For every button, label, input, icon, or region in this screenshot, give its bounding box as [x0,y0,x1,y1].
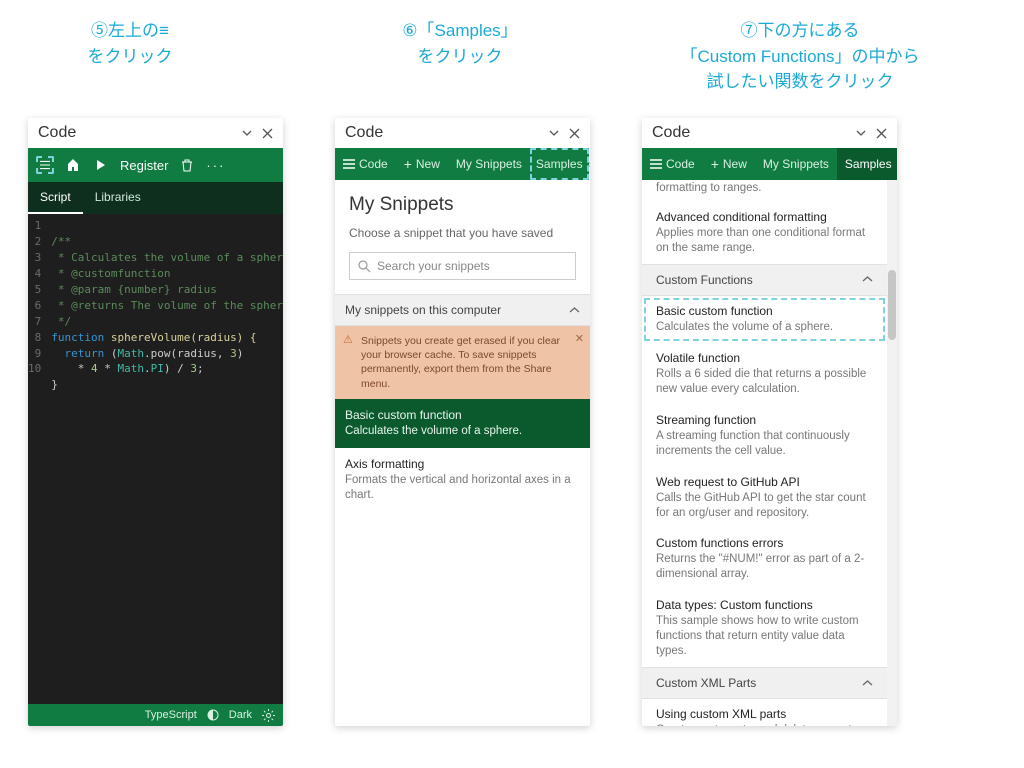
snippets-body: My Snippets Choose a snippet that you ha… [335,180,590,726]
sample-data-types[interactable]: Data types: Custom functions This sample… [642,590,887,667]
nav-samples[interactable]: Samples [837,148,897,180]
tab-libraries[interactable]: Libraries [83,182,153,214]
home-icon[interactable] [64,156,82,174]
chevron-up-icon [569,305,580,316]
status-lang[interactable]: TypeScript [145,709,197,721]
caption-6: ⑥「Samples」をクリック [360,18,560,69]
register-button[interactable]: Register [120,158,168,173]
chevron-down-icon[interactable] [851,123,871,143]
snippet-item-axis[interactable]: Axis formatting Formats the vertical and… [335,448,590,512]
theme-icon[interactable] [207,709,219,721]
code-editor[interactable]: 12345678910 /** * Calculates the volume … [28,214,283,704]
titlebar: Code [642,118,897,148]
sample-advanced-conditional[interactable]: Advanced conditional formatting Applies … [642,202,887,264]
page-subtitle: Choose a snippet that you have saved [349,226,576,240]
nav-tabs: Code +New My Snippets Samples › [335,148,590,180]
nav-new[interactable]: +New [703,148,755,180]
gear-icon[interactable] [262,709,275,722]
list-fragment-top: formatting to ranges. [642,180,887,202]
caption-5: ⑤左上の≡をクリック [50,18,210,69]
editor-tabs: Script Libraries [28,182,283,214]
more-icon[interactable]: ··· [206,158,225,173]
pane-title: Code [652,124,690,142]
category-custom-functions[interactable]: Custom Functions [642,264,887,296]
sample-custom-xml[interactable]: Using custom XML parts Creates, sets, ge… [642,699,887,726]
line-gutter: 12345678910 [28,214,47,704]
pane-title: Code [38,124,76,142]
category-custom-xml[interactable]: Custom XML Parts [642,667,887,699]
sample-basic-custom-function[interactable]: Basic custom function Calculates the vol… [642,296,887,343]
nav-my-snippets[interactable]: My Snippets [448,148,530,180]
chevron-down-icon[interactable] [237,123,257,143]
nav-samples[interactable]: Samples [530,148,589,180]
trash-icon[interactable] [178,156,196,174]
scrollbar[interactable] [887,180,897,726]
close-icon[interactable] [564,123,584,143]
page-title: My Snippets [349,194,576,216]
pane-title: Code [345,124,383,142]
close-icon[interactable] [871,123,891,143]
chevron-down-icon[interactable] [544,123,564,143]
sample-cf-errors[interactable]: Custom functions errors Returns the "#NU… [642,528,887,590]
nav-my-snippets[interactable]: My Snippets [755,148,837,180]
nav-tabs: Code +New My Snippets Samples › [642,148,897,180]
snippet-item-basic[interactable]: Basic custom function Calculates the vol… [335,399,590,448]
search-icon [358,260,371,273]
warning-close-icon[interactable]: ✕ [575,332,584,347]
status-theme[interactable]: Dark [229,709,252,721]
scrollbar-thumb[interactable] [888,270,896,340]
play-icon[interactable] [92,156,110,174]
hamburger-icon[interactable] [36,156,54,174]
close-icon[interactable] [257,123,277,143]
editor-toolbar: Register ··· [28,148,283,182]
titlebar: Code [335,118,590,148]
sample-volatile[interactable]: Volatile function Rolls a 6 sided die th… [642,343,887,405]
tabs-overflow-icon[interactable]: › [589,148,590,180]
sample-streaming[interactable]: Streaming function A streaming function … [642,405,887,467]
panel-code-editor: Code Register ··· Script Libraries 12345… [28,118,283,726]
chevron-up-icon [862,274,873,285]
code-content: /** * Calculates the volume of a sphere.… [47,214,283,704]
sample-github-api[interactable]: Web request to GitHub API Calls the GitH… [642,467,887,529]
status-bar: TypeScript Dark [28,704,283,726]
cache-warning: Snippets you create get erased if you cl… [335,326,590,399]
chevron-up-icon [862,678,873,689]
titlebar: Code [28,118,283,148]
panel-my-snippets: Code Code +New My Snippets Samples › My … [335,118,590,726]
section-my-snippets[interactable]: My snippets on this computer [335,294,590,326]
caption-7: ⑦下の方にある「Custom Functions」の中から試したい関数をクリック [620,18,980,95]
samples-list: formatting to ranges. Advanced condition… [642,180,887,726]
panel-samples: Code Code +New My Snippets Samples › for… [642,118,897,726]
nav-new[interactable]: +New [396,148,448,180]
nav-code[interactable]: Code [335,148,396,180]
tab-script[interactable]: Script [28,182,83,214]
nav-code[interactable]: Code [642,148,703,180]
search-placeholder: Search your snippets [377,259,490,273]
search-input[interactable]: Search your snippets [349,252,576,280]
